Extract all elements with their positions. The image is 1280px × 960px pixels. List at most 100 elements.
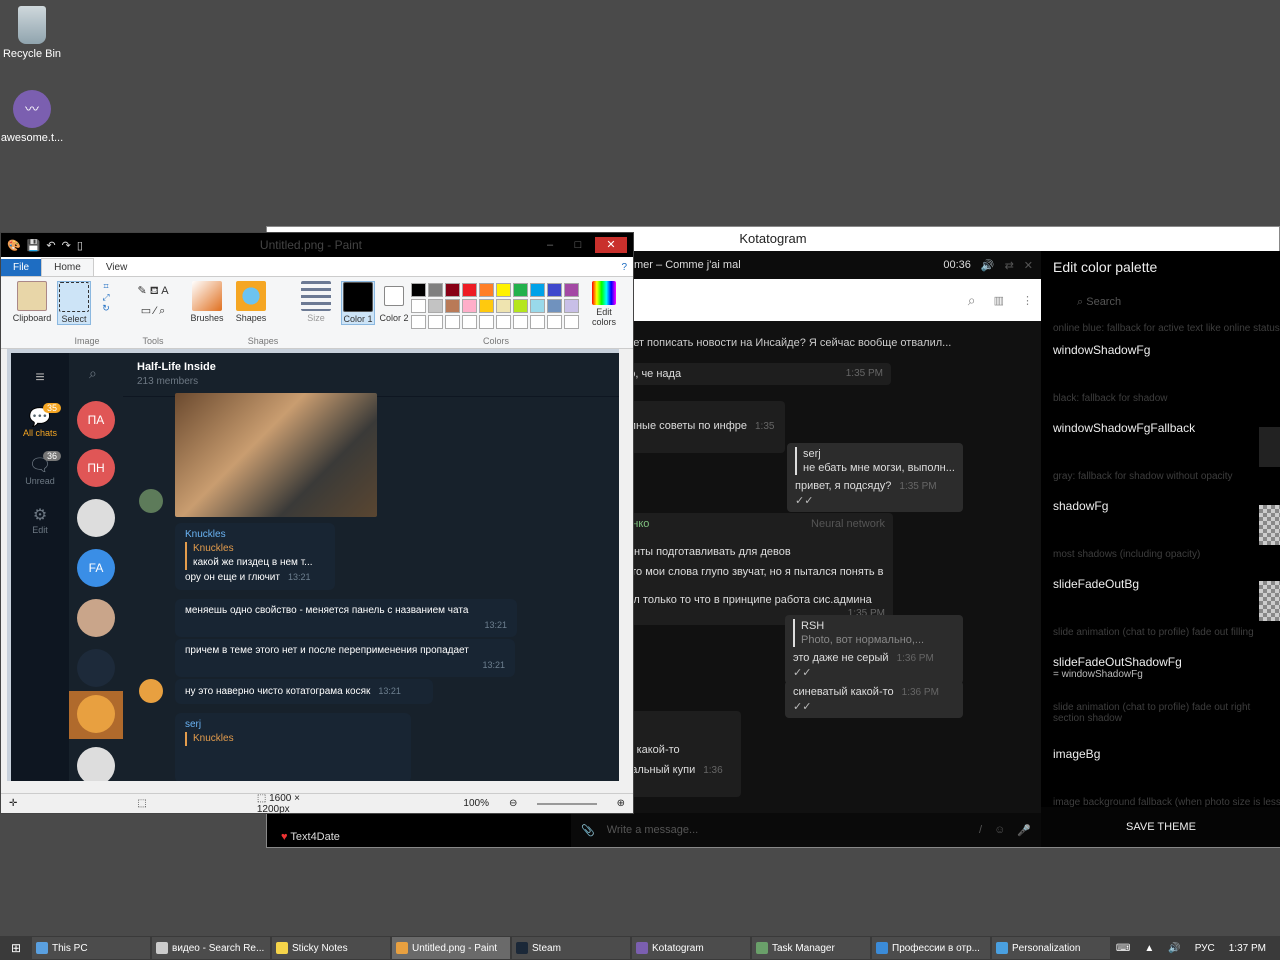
color-swatch[interactable]: [530, 299, 545, 313]
taskbar-button[interactable]: Task Manager: [752, 937, 870, 959]
magnifier-icon[interactable]: ⌕: [159, 305, 165, 317]
color-swatch[interactable]: [564, 283, 579, 297]
color-palette[interactable]: [411, 283, 579, 329]
zoom-out-button[interactable]: ⊖: [509, 798, 517, 809]
color-swatch[interactable]: [445, 299, 460, 313]
attach-icon[interactable]: 📎: [581, 824, 595, 837]
color-swatch[interactable]: [1259, 581, 1280, 621]
color-swatch[interactable]: [530, 283, 545, 297]
tab-view[interactable]: View: [94, 259, 140, 276]
desktop-icon-awesome[interactable]: 〰 awesome.t...: [0, 90, 64, 144]
brushes-button[interactable]: Brushes: [187, 281, 227, 323]
taskbar-button[interactable]: видео - Search Re...: [152, 937, 270, 959]
text-icon[interactable]: A: [161, 285, 168, 297]
taskbar-button[interactable]: Sticky Notes: [272, 937, 390, 959]
start-button[interactable]: ⊞: [0, 941, 32, 955]
tab-file[interactable]: File: [1, 259, 42, 276]
color-swatch[interactable]: [411, 299, 426, 313]
color-swatch[interactable]: [462, 299, 477, 313]
color1-button[interactable]: Color 1: [341, 281, 375, 325]
color-swatch[interactable]: [462, 315, 477, 329]
color-swatch[interactable]: [411, 315, 426, 329]
color-swatch[interactable]: [496, 315, 511, 329]
language-indicator[interactable]: РУС: [1195, 943, 1215, 954]
help-icon[interactable]: ?: [615, 259, 633, 276]
taskbar-button[interactable]: Steam: [512, 937, 630, 959]
color-swatch[interactable]: [479, 299, 494, 313]
undo-icon[interactable]: ↶: [46, 239, 55, 252]
color-swatch[interactable]: [496, 299, 511, 313]
save-icon[interactable]: 💾: [27, 239, 41, 252]
color-swatch[interactable]: [445, 283, 460, 297]
minimize-icon[interactable]: –: [539, 239, 561, 251]
palette-item[interactable]: slideFadeOutBg slide animation (chat to …: [1053, 567, 1280, 638]
close-icon[interactable]: ✕: [1024, 259, 1033, 272]
maximize-icon[interactable]: □: [567, 239, 589, 251]
chat-header[interactable]: de ping ⌕ ▥ ⋮: [571, 279, 1041, 321]
clipboard-button[interactable]: Clipboard: [9, 281, 55, 323]
paint-canvas[interactable]: ≡ 💬 35 All chats 🗨 36 Unread ⚙ Edit ⌕ ПА…: [7, 349, 619, 781]
color-swatch[interactable]: [428, 315, 443, 329]
color-swatch[interactable]: [547, 315, 562, 329]
palette-item[interactable]: slideFadeOutShadowFg = windowShadowFg sl…: [1053, 645, 1280, 724]
message-bubble[interactable]: serj не ебать мне могзи, выполн... привет…: [787, 443, 963, 512]
zoom-slider[interactable]: [537, 802, 597, 805]
fill-icon[interactable]: ⛾: [150, 285, 159, 297]
message-bubble[interactable]: синеватый какой-то 1:36 PM ✓✓: [785, 681, 963, 718]
microphone-icon[interactable]: 🎤: [1017, 824, 1031, 837]
palette-search-input[interactable]: ⌕ Search: [1053, 289, 1269, 315]
color-swatch[interactable]: [547, 299, 562, 313]
color-swatch[interactable]: [513, 315, 528, 329]
save-theme-button[interactable]: SAVE THEME: [1041, 807, 1280, 847]
color-swatch[interactable]: [428, 283, 443, 297]
select-button[interactable]: Select: [57, 281, 91, 325]
message-input[interactable]: Write a message...: [607, 824, 967, 836]
color-swatch[interactable]: [1259, 427, 1280, 467]
tab-home[interactable]: Home: [41, 258, 94, 276]
more-icon[interactable]: ⋮: [1022, 294, 1033, 307]
taskbar-button[interactable]: Профессии в отр...: [872, 937, 990, 959]
eraser-icon[interactable]: ▭: [141, 305, 151, 317]
color-swatch[interactable]: [496, 283, 511, 297]
edit-colors-button[interactable]: Edit colors: [589, 281, 619, 327]
palette-item[interactable]: windowShadowFg black: fallback for shado…: [1053, 333, 1280, 404]
color-swatch[interactable]: [513, 299, 528, 313]
color-swatch[interactable]: [479, 283, 494, 297]
palette-item[interactable]: imageBg image background fallback (when …: [1053, 737, 1280, 808]
color-swatch[interactable]: [513, 283, 528, 297]
color-swatch[interactable]: [479, 315, 494, 329]
taskbar-button[interactable]: Kotatogram: [632, 937, 750, 959]
show-hidden-icons[interactable]: ▲: [1144, 943, 1154, 954]
command-icon[interactable]: /: [979, 824, 982, 836]
message-bubble[interactable]: RSH Photo, вот нормально,... это даже не …: [785, 615, 963, 684]
color-swatch[interactable]: [564, 299, 579, 313]
pencil-icon[interactable]: ✎: [137, 285, 146, 297]
close-icon[interactable]: ✕: [595, 237, 627, 253]
taskbar-button[interactable]: This PC: [32, 937, 150, 959]
volume-icon[interactable]: 🔊: [1168, 943, 1180, 954]
color-swatch[interactable]: [411, 283, 426, 297]
palette-item[interactable]: shadowFg most shadows (including opacity…: [1053, 489, 1280, 560]
emoji-icon[interactable]: ☺: [994, 824, 1005, 836]
keyboard-icon[interactable]: ⌨: [1116, 943, 1130, 954]
desktop-icon-recycle-bin[interactable]: Recycle Bin: [0, 6, 64, 60]
sidebar-toggle-icon[interactable]: ▥: [994, 294, 1004, 307]
volume-icon[interactable]: 🔊: [981, 259, 995, 272]
pinned-message[interactable]: sage вву, не хочет пописать новости на И…: [571, 321, 1041, 353]
redo-icon[interactable]: ↷: [62, 239, 71, 252]
color-swatch[interactable]: [530, 315, 545, 329]
color-picker-icon[interactable]: ⁄: [154, 305, 156, 317]
search-icon[interactable]: ⌕: [968, 292, 976, 309]
new-file-icon[interactable]: ▯: [77, 239, 83, 252]
zoom-in-button[interactable]: ⊕: [617, 798, 625, 809]
color-swatch[interactable]: [428, 299, 443, 313]
color2-button[interactable]: Color 2: [379, 281, 409, 323]
repeat-icon[interactable]: ⇄: [1005, 259, 1014, 272]
taskbar-button[interactable]: Untitled.png - Paint: [392, 937, 510, 959]
color-swatch[interactable]: [1259, 505, 1280, 545]
size-button[interactable]: Size: [299, 281, 333, 323]
image-tools[interactable]: ⌗ ⤢ ↻: [95, 281, 117, 314]
color-swatch[interactable]: [547, 283, 562, 297]
tools-group[interactable]: ✎ ⛾ A ▭ ⁄ ⌕: [125, 281, 181, 321]
color-swatch[interactable]: [462, 283, 477, 297]
